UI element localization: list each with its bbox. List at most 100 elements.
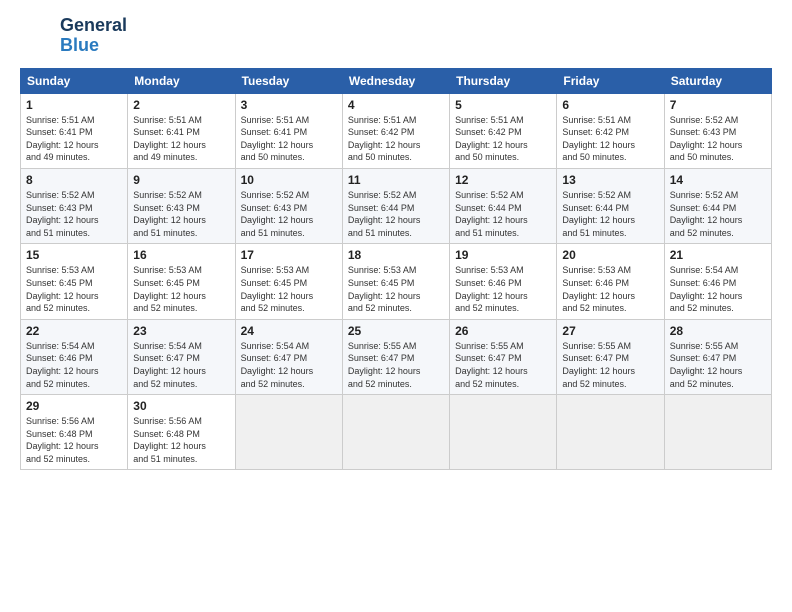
day-info: Sunrise: 5:52 AMSunset: 6:43 PMDaylight:… [670, 114, 766, 164]
week-row-5: 29 Sunrise: 5:56 AMSunset: 6:48 PMDayligh… [21, 395, 772, 470]
day-cell: 10Sunrise: 5:52 AMSunset: 6:43 PMDayligh… [235, 168, 342, 243]
day-number: 27 [562, 324, 658, 338]
calendar-table: SundayMondayTuesdayWednesdayThursdayFrid… [20, 68, 772, 471]
day-info: Sunrise: 5:53 AMSunset: 6:45 PMDaylight:… [241, 264, 337, 314]
day-cell: 16Sunrise: 5:53 AMSunset: 6:45 PMDayligh… [128, 244, 235, 319]
day-number: 28 [670, 324, 766, 338]
col-header-monday: Monday [128, 68, 235, 93]
day-cell [664, 395, 771, 470]
logo-text: General Blue [60, 16, 127, 56]
day-number: 29 [26, 399, 122, 413]
day-cell: 17 Sunrise: 5:53 AMSunset: 6:45 PMDayligh… [235, 244, 342, 319]
day-cell: 3 Sunrise: 5:51 AMSunset: 6:41 PMDaylight… [235, 93, 342, 168]
day-number: 17 [241, 248, 337, 262]
day-number: 2 [133, 98, 229, 112]
day-number: 3 [241, 98, 337, 112]
day-info: Sunrise: 5:55 AMSunset: 6:47 PMDaylight:… [455, 340, 551, 390]
day-info: Sunrise: 5:55 AMSunset: 6:47 PMDaylight:… [670, 340, 766, 390]
day-cell: 21 Sunrise: 5:54 AMSunset: 6:46 PMDayligh… [664, 244, 771, 319]
day-number: 22 [26, 324, 122, 338]
day-number: 9 [133, 173, 229, 187]
day-number: 30 [133, 399, 229, 413]
col-header-saturday: Saturday [664, 68, 771, 93]
day-cell: 19Sunrise: 5:53 AMSunset: 6:46 PMDayligh… [450, 244, 557, 319]
day-cell: 1Sunrise: 5:51 AMSunset: 6:41 PMDaylight… [21, 93, 128, 168]
col-header-friday: Friday [557, 68, 664, 93]
day-number: 1 [26, 98, 122, 112]
day-number: 6 [562, 98, 658, 112]
day-cell: 4 Sunrise: 5:51 AMSunset: 6:42 PMDaylight… [342, 93, 449, 168]
day-cell: 24Sunrise: 5:54 AMSunset: 6:47 PMDayligh… [235, 319, 342, 394]
week-row-2: 8 Sunrise: 5:52 AMSunset: 6:43 PMDaylight… [21, 168, 772, 243]
day-number: 4 [348, 98, 444, 112]
day-info: Sunrise: 5:54 AMSunset: 6:47 PMDaylight:… [241, 340, 337, 390]
day-cell: 5 Sunrise: 5:51 AMSunset: 6:42 PMDaylight… [450, 93, 557, 168]
day-info: Sunrise: 5:52 AMSunset: 6:44 PMDaylight:… [670, 189, 766, 239]
day-number: 23 [133, 324, 229, 338]
day-info: Sunrise: 5:52 AMSunset: 6:44 PMDaylight:… [455, 189, 551, 239]
day-info: Sunrise: 5:54 AMSunset: 6:46 PMDaylight:… [26, 340, 122, 390]
day-cell: 13 Sunrise: 5:52 AMSunset: 6:44 PMDayligh… [557, 168, 664, 243]
day-info: Sunrise: 5:56 AMSunset: 6:48 PMDaylight:… [133, 415, 229, 465]
day-number: 12 [455, 173, 551, 187]
day-cell: 6 Sunrise: 5:51 AMSunset: 6:42 PMDaylight… [557, 93, 664, 168]
day-number: 16 [133, 248, 229, 262]
day-info: Sunrise: 5:52 AMSunset: 6:43 PMDaylight:… [241, 189, 337, 239]
day-cell: 12 Sunrise: 5:52 AMSunset: 6:44 PMDayligh… [450, 168, 557, 243]
day-cell: 7 Sunrise: 5:52 AMSunset: 6:43 PMDaylight… [664, 93, 771, 168]
day-number: 11 [348, 173, 444, 187]
day-number: 13 [562, 173, 658, 187]
day-cell: 11 Sunrise: 5:52 AMSunset: 6:44 PMDayligh… [342, 168, 449, 243]
day-info: Sunrise: 5:56 AMSunset: 6:48 PMDaylight:… [26, 415, 122, 465]
day-info: Sunrise: 5:51 AMSunset: 6:42 PMDaylight:… [562, 114, 658, 164]
day-cell: 8 Sunrise: 5:52 AMSunset: 6:43 PMDaylight… [21, 168, 128, 243]
week-row-1: 1 Sunrise: 5:51 AMSunset: 6:41 PMDaylight… [21, 93, 772, 168]
day-cell: 25 Sunrise: 5:55 AMSunset: 6:47 PMDayligh… [342, 319, 449, 394]
week-row-4: 22 Sunrise: 5:54 AMSunset: 6:46 PMDayligh… [21, 319, 772, 394]
day-number: 21 [670, 248, 766, 262]
day-info: Sunrise: 5:52 AMSunset: 6:44 PMDaylight:… [562, 189, 658, 239]
day-number: 26 [455, 324, 551, 338]
day-info: Sunrise: 5:53 AMSunset: 6:46 PMDaylight:… [562, 264, 658, 314]
day-cell: 23 Sunrise: 5:54 AMSunset: 6:47 PMDayligh… [128, 319, 235, 394]
day-info: Sunrise: 5:52 AMSunset: 6:43 PMDaylight:… [133, 189, 229, 239]
day-cell: 14 Sunrise: 5:52 AMSunset: 6:44 PMDayligh… [664, 168, 771, 243]
day-number: 18 [348, 248, 444, 262]
page: General Blue SundayMondayTuesdayWednesda… [0, 0, 792, 612]
day-info: Sunrise: 5:51 AMSunset: 6:41 PMDaylight:… [241, 114, 337, 164]
day-cell: 15 Sunrise: 5:53 AMSunset: 6:45 PMDayligh… [21, 244, 128, 319]
col-header-thursday: Thursday [450, 68, 557, 93]
day-info: Sunrise: 5:52 AMSunset: 6:43 PMDaylight:… [26, 189, 122, 239]
day-info: Sunrise: 5:53 AMSunset: 6:46 PMDaylight:… [455, 264, 551, 314]
day-cell: 29 Sunrise: 5:56 AMSunset: 6:48 PMDayligh… [21, 395, 128, 470]
day-cell: 30 Sunrise: 5:56 AMSunset: 6:48 PMDayligh… [128, 395, 235, 470]
day-cell: 28 Sunrise: 5:55 AMSunset: 6:47 PMDayligh… [664, 319, 771, 394]
day-number: 5 [455, 98, 551, 112]
day-cell [557, 395, 664, 470]
day-cell: 22 Sunrise: 5:54 AMSunset: 6:46 PMDayligh… [21, 319, 128, 394]
day-info: Sunrise: 5:54 AMSunset: 6:46 PMDaylight:… [670, 264, 766, 314]
day-number: 15 [26, 248, 122, 262]
header: General Blue [20, 16, 772, 56]
day-number: 8 [26, 173, 122, 187]
day-info: Sunrise: 5:54 AMSunset: 6:47 PMDaylight:… [133, 340, 229, 390]
header-row: SundayMondayTuesdayWednesdayThursdayFrid… [21, 68, 772, 93]
day-cell [235, 395, 342, 470]
day-info: Sunrise: 5:51 AMSunset: 6:42 PMDaylight:… [455, 114, 551, 164]
day-info: Sunrise: 5:55 AMSunset: 6:47 PMDaylight:… [562, 340, 658, 390]
day-info: Sunrise: 5:55 AMSunset: 6:47 PMDaylight:… [348, 340, 444, 390]
day-info: Sunrise: 5:51 AMSunset: 6:42 PMDaylight:… [348, 114, 444, 164]
day-number: 7 [670, 98, 766, 112]
day-cell: 27 Sunrise: 5:55 AMSunset: 6:47 PMDayligh… [557, 319, 664, 394]
day-cell: 20Sunrise: 5:53 AMSunset: 6:46 PMDayligh… [557, 244, 664, 319]
day-cell [450, 395, 557, 470]
col-header-wednesday: Wednesday [342, 68, 449, 93]
day-info: Sunrise: 5:51 AMSunset: 6:41 PMDaylight:… [133, 114, 229, 164]
logo: General Blue [20, 16, 127, 56]
day-number: 14 [670, 173, 766, 187]
col-header-tuesday: Tuesday [235, 68, 342, 93]
day-cell: 18Sunrise: 5:53 AMSunset: 6:45 PMDayligh… [342, 244, 449, 319]
day-info: Sunrise: 5:52 AMSunset: 6:44 PMDaylight:… [348, 189, 444, 239]
day-info: Sunrise: 5:53 AMSunset: 6:45 PMDaylight:… [26, 264, 122, 314]
day-number: 25 [348, 324, 444, 338]
